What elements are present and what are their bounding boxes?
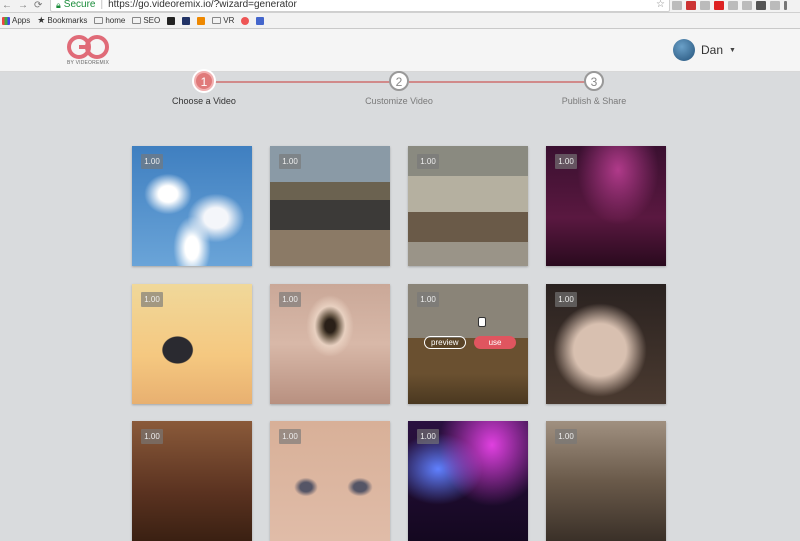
- duration-badge: 1.00: [141, 154, 163, 169]
- step-connector: [214, 81, 390, 83]
- duration-badge: 1.00: [141, 429, 163, 444]
- blogger-icon: [197, 16, 206, 25]
- bookmark-apps[interactable]: Apps: [2, 16, 30, 25]
- url-text: https://go.videoremix.io/?wizard=generat…: [108, 0, 297, 10]
- video-tile[interactable]: 1.00 preview use: [408, 284, 528, 404]
- video-tile[interactable]: 1.00: [546, 421, 666, 541]
- site-icon: [167, 16, 176, 25]
- video-tile[interactable]: 1.00: [546, 284, 666, 404]
- duration-badge: 1.00: [279, 429, 301, 444]
- site-icon: [182, 16, 191, 25]
- bookmark-icon-4[interactable]: [241, 16, 250, 25]
- step-3-indicator[interactable]: 3: [584, 71, 604, 91]
- reload-icon[interactable]: ⟳: [34, 0, 42, 12]
- address-bar[interactable]: 🔒︎ Secure | https://go.videoremix.io/?wi…: [50, 0, 670, 12]
- preview-button[interactable]: preview: [424, 336, 466, 349]
- bookmark-icon-5[interactable]: [256, 16, 265, 25]
- step-2-indicator[interactable]: 2: [389, 71, 409, 91]
- bookmark-seo[interactable]: SEO: [132, 16, 160, 25]
- avatar: [673, 39, 695, 61]
- chevron-down-icon: ▼: [729, 46, 736, 54]
- step-connector: [409, 81, 585, 83]
- apps-icon: [2, 16, 10, 25]
- logo-subtitle: BY VIDEOREMIX: [67, 60, 109, 66]
- duration-badge: 1.00: [555, 429, 577, 444]
- video-tile[interactable]: 1.00: [546, 146, 666, 266]
- extension-icon[interactable]: [742, 1, 752, 10]
- nav-buttons: ← → ⟳: [2, 0, 42, 12]
- extension-icon[interactable]: [756, 1, 766, 10]
- video-tile[interactable]: 1.00: [132, 146, 252, 266]
- duration-badge: 1.00: [279, 292, 301, 307]
- extension-icon[interactable]: [770, 1, 780, 10]
- extension-icons: [672, 1, 787, 10]
- browser-toolbar: ← → ⟳ 🔒︎ Secure | https://go.videoremix.…: [0, 0, 800, 13]
- secure-label: Secure: [63, 0, 96, 10]
- duration-badge: 1.00: [417, 154, 439, 169]
- video-tile[interactable]: 1.00: [270, 284, 390, 404]
- folder-icon: [212, 17, 222, 24]
- video-tile[interactable]: 1.00: [270, 421, 390, 541]
- extension-icon[interactable]: [700, 1, 710, 10]
- bookmark-icon-1[interactable]: [167, 16, 176, 25]
- duration-badge: 1.00: [417, 292, 439, 307]
- bookmark-star-icon[interactable]: ☆: [656, 0, 665, 11]
- extension-icon[interactable]: [686, 1, 696, 10]
- step-1-indicator[interactable]: 1: [194, 71, 214, 91]
- duration-badge: 1.00: [141, 292, 163, 307]
- bookmark-label: home: [105, 16, 126, 25]
- step-3-label: Publish & Share: [561, 96, 627, 106]
- star-icon: ★: [37, 15, 46, 25]
- app-header: BY VIDEOREMIX Dan ▼: [0, 29, 800, 72]
- step-1-label: Choose a Video: [172, 96, 236, 106]
- step-2-label: Customize Video: [365, 96, 433, 106]
- youtube-icon[interactable]: [714, 1, 724, 10]
- bookmark-home[interactable]: home: [94, 16, 125, 25]
- folder-icon: [132, 17, 142, 24]
- duration-badge: 1.00: [279, 154, 301, 169]
- bookmark-icon-2[interactable]: [182, 16, 191, 25]
- bookmark-label: SEO: [143, 16, 161, 25]
- bookmarks-bar: Apps ★ Bookmarks home SEO VR: [0, 13, 800, 29]
- bookmark-label: Apps: [12, 16, 31, 25]
- use-button[interactable]: use: [473, 336, 517, 349]
- mouse-cursor: [478, 317, 486, 327]
- folder-icon: [94, 17, 104, 24]
- video-tile[interactable]: 1.00: [132, 284, 252, 404]
- wizard-steps: 1 2 3 Choose a Video Customize Video Pub…: [0, 71, 800, 111]
- bookmark-label: VR: [223, 16, 235, 25]
- separator: |: [100, 0, 104, 10]
- user-name: Dan: [701, 43, 724, 57]
- video-tile[interactable]: 1.00: [132, 421, 252, 541]
- extension-icon[interactable]: [672, 1, 682, 10]
- duration-badge: 1.00: [555, 154, 577, 169]
- duration-badge: 1.00: [417, 429, 439, 444]
- duration-badge: 1.00: [555, 292, 577, 307]
- video-tile[interactable]: 1.00: [408, 146, 528, 266]
- forward-icon[interactable]: →: [18, 0, 28, 12]
- extension-icon[interactable]: [728, 1, 738, 10]
- bookmark-bookmarks[interactable]: ★ Bookmarks: [37, 15, 87, 26]
- lock-icon: 🔒︎: [56, 0, 61, 10]
- site-icon: [241, 16, 250, 25]
- site-icon: [256, 16, 265, 25]
- user-menu[interactable]: Dan ▼: [673, 39, 736, 61]
- video-tile[interactable]: 1.00: [270, 146, 390, 266]
- menu-icon[interactable]: [784, 1, 787, 10]
- bookmark-vr[interactable]: VR: [212, 16, 234, 25]
- bookmark-label: Bookmarks: [47, 16, 88, 25]
- bookmark-icon-3[interactable]: [197, 16, 206, 25]
- video-tile[interactable]: 1.00: [408, 421, 528, 541]
- tile-actions: preview use: [424, 336, 517, 349]
- back-icon[interactable]: ←: [2, 0, 12, 12]
